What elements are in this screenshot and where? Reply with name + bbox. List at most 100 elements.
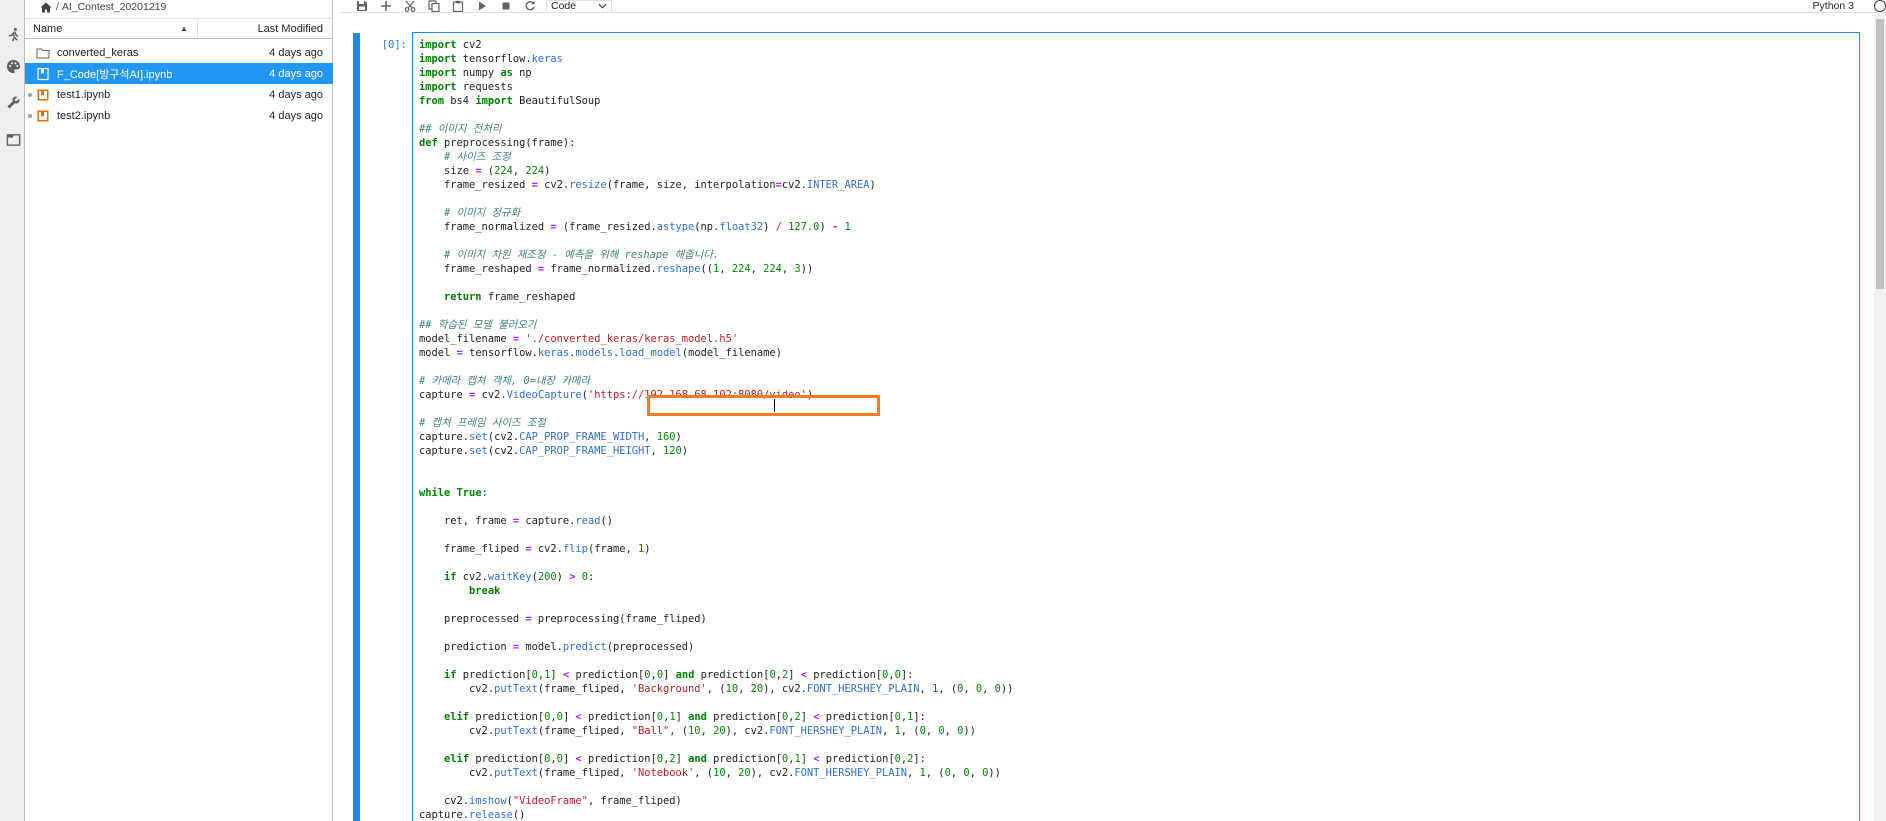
add-cell-icon[interactable]: [374, 0, 398, 13]
file-modified: 4 days ago: [269, 67, 323, 80]
code-line[interactable]: ​: [419, 458, 1013, 472]
file-browser: / AI_Contest_20201219 Name ▲ Last Modifi…: [25, 0, 333, 821]
code-line[interactable]: # 이미지 정규화: [419, 206, 1013, 220]
code-line[interactable]: elif prediction[0,0] < prediction[0,1] a…: [419, 710, 1013, 724]
code-line[interactable]: ## 학습된 모델 불러오기: [419, 318, 1013, 332]
notebook-icon: [36, 67, 50, 81]
code-line[interactable]: preprocessed = preprocessing(frame_flipe…: [419, 612, 1013, 626]
file-modified: 4 days ago: [269, 109, 323, 122]
text-cursor: [774, 399, 775, 412]
code-line[interactable]: import tensorflow.keras: [419, 52, 1013, 66]
file-modified: 4 days ago: [269, 46, 323, 59]
code-line[interactable]: # 사이즈 조정: [419, 150, 1013, 164]
list-item[interactable]: test1.ipynb 4 days ago: [25, 84, 333, 105]
code-line[interactable]: cv2.imshow("VideoFrame", frame_fliped): [419, 794, 1013, 808]
code-line[interactable]: capture.release(): [419, 808, 1013, 821]
file-list: converted_keras 4 days ago F_Code[방구석AI]…: [25, 42, 333, 126]
chevron-down-icon: [598, 0, 607, 12]
code-line[interactable]: cv2.putText(frame_fliped, 'Background', …: [419, 682, 1013, 696]
save-icon[interactable]: [350, 0, 374, 13]
code-line[interactable]: if cv2.waitKey(200) > 0:: [419, 570, 1013, 584]
code-line[interactable]: import cv2: [419, 38, 1013, 52]
code-content[interactable]: import cv2 import tensorflow.keras import …: [419, 38, 1013, 821]
code-line[interactable]: ​: [419, 234, 1013, 248]
code-line[interactable]: capture.set(cv2.CAP_PROP_FRAME_HEIGHT, 1…: [419, 444, 1013, 458]
code-line[interactable]: ​: [419, 696, 1013, 710]
code-cell-editor[interactable]: import cv2 import tensorflow.keras import …: [412, 32, 1860, 821]
code-line[interactable]: import numpy as np: [419, 66, 1013, 80]
code-line[interactable]: cv2.putText(frame_fliped, "Ball", (10, 2…: [419, 724, 1013, 738]
code-line[interactable]: model_filename = './converted_keras/kera…: [419, 332, 1013, 346]
notebook-panel: Code Python 3 [0]: import cv2 import tens…: [340, 0, 1886, 821]
folder-icon: [36, 46, 50, 60]
code-line[interactable]: # 카메라 캡쳐 객체, 0=내장 카메라: [419, 374, 1013, 388]
copy-icon[interactable]: [422, 0, 446, 13]
code-line[interactable]: import requests: [419, 80, 1013, 94]
breadcrumb-folder[interactable]: AI_Contest_20201219: [62, 1, 167, 13]
code-line[interactable]: break: [419, 584, 1013, 598]
code-line[interactable]: ​: [419, 360, 1013, 374]
cell-type-dropdown[interactable]: Code: [546, 0, 612, 13]
code-line[interactable]: ret, frame = capture.read(): [419, 514, 1013, 528]
code-line[interactable]: ​: [419, 108, 1013, 122]
notebook-icon: [36, 109, 50, 123]
wrench-icon[interactable]: [5, 94, 21, 110]
list-item[interactable]: test2.ipynb 4 days ago: [25, 105, 333, 126]
code-line[interactable]: from bs4 import BeautifulSoup: [419, 94, 1013, 108]
code-line[interactable]: elif prediction[0,0] < prediction[0,2] a…: [419, 752, 1013, 766]
kernel-name[interactable]: Python 3: [1813, 0, 1854, 12]
code-line[interactable]: ​: [419, 276, 1013, 290]
code-line[interactable]: # 이미지 차원 재조정 - 예측을 위해 reshape 해줍니다.: [419, 248, 1013, 262]
code-line[interactable]: ​: [419, 626, 1013, 640]
code-line[interactable]: ​: [419, 654, 1013, 668]
running-indicator: [28, 113, 32, 118]
home-icon[interactable]: [40, 2, 52, 13]
code-line[interactable]: while True:: [419, 486, 1013, 500]
column-last-modified[interactable]: Last Modified: [196, 19, 333, 38]
code-line[interactable]: ​: [419, 528, 1013, 542]
tabs-icon[interactable]: [5, 131, 21, 147]
run-icon[interactable]: [470, 0, 494, 13]
code-line[interactable]: frame_resized = cv2.resize(frame, size, …: [419, 178, 1013, 192]
code-line[interactable]: ## 이미지 전처리: [419, 122, 1013, 136]
list-item[interactable]: F_Code[방구석AI].ipynb 4 days ago: [25, 63, 333, 84]
highlight-annotation: [647, 395, 880, 416]
stop-icon[interactable]: [494, 0, 518, 13]
code-line[interactable]: # 캡쳐 프레임 사이즈 조절: [419, 416, 1013, 430]
code-line[interactable]: frame_normalized = (frame_resized.astype…: [419, 220, 1013, 234]
code-line[interactable]: prediction = model.predict(preprocessed): [419, 640, 1013, 654]
file-modified: 4 days ago: [269, 88, 323, 101]
cell-collapser[interactable]: [353, 33, 360, 821]
code-line[interactable]: capture.set(cv2.CAP_PROP_FRAME_WIDTH, 16…: [419, 430, 1013, 444]
code-line[interactable]: if prediction[0,1] < prediction[0,0] and…: [419, 668, 1013, 682]
code-line[interactable]: def preprocessing(frame):: [419, 136, 1013, 150]
running-icon[interactable]: [5, 26, 21, 42]
code-line[interactable]: ​: [419, 598, 1013, 612]
code-line[interactable]: ​: [419, 780, 1013, 794]
file-list-header: Name ▲ Last Modified: [25, 18, 333, 39]
code-line[interactable]: frame_fliped = cv2.flip(frame, 1): [419, 542, 1013, 556]
cell-type-value: Code: [551, 0, 577, 12]
code-line[interactable]: ​: [419, 304, 1013, 318]
code-line[interactable]: size = (224, 224): [419, 164, 1013, 178]
code-line[interactable]: model = tensorflow.keras.models.load_mod…: [419, 346, 1013, 360]
notebook-scrollbar[interactable]: [1874, 15, 1886, 821]
paste-icon[interactable]: [446, 0, 470, 13]
palette-icon[interactable]: [5, 58, 21, 74]
code-line[interactable]: ​: [419, 500, 1013, 514]
list-item[interactable]: converted_keras 4 days ago: [25, 42, 333, 63]
code-line[interactable]: return frame_reshaped: [419, 290, 1013, 304]
code-line[interactable]: ​: [419, 472, 1013, 486]
cut-icon[interactable]: [398, 0, 422, 13]
scrollbar-thumb[interactable]: [1876, 19, 1884, 289]
sort-up-icon[interactable]: ▲: [180, 24, 192, 33]
restart-icon[interactable]: [518, 0, 542, 13]
code-line[interactable]: ​: [419, 738, 1013, 752]
code-line[interactable]: ​: [419, 192, 1013, 206]
code-line[interactable]: frame_reshaped = frame_normalized.reshap…: [419, 262, 1013, 276]
code-line[interactable]: cv2.putText(frame_fliped, 'Notebook', (1…: [419, 766, 1013, 780]
column-name[interactable]: Name: [25, 23, 180, 35]
notebook: [0]: import cv2 import tensorflow.keras im…: [340, 15, 1870, 821]
code-line[interactable]: ​: [419, 556, 1013, 570]
input-prompt: [0]:: [381, 39, 407, 51]
